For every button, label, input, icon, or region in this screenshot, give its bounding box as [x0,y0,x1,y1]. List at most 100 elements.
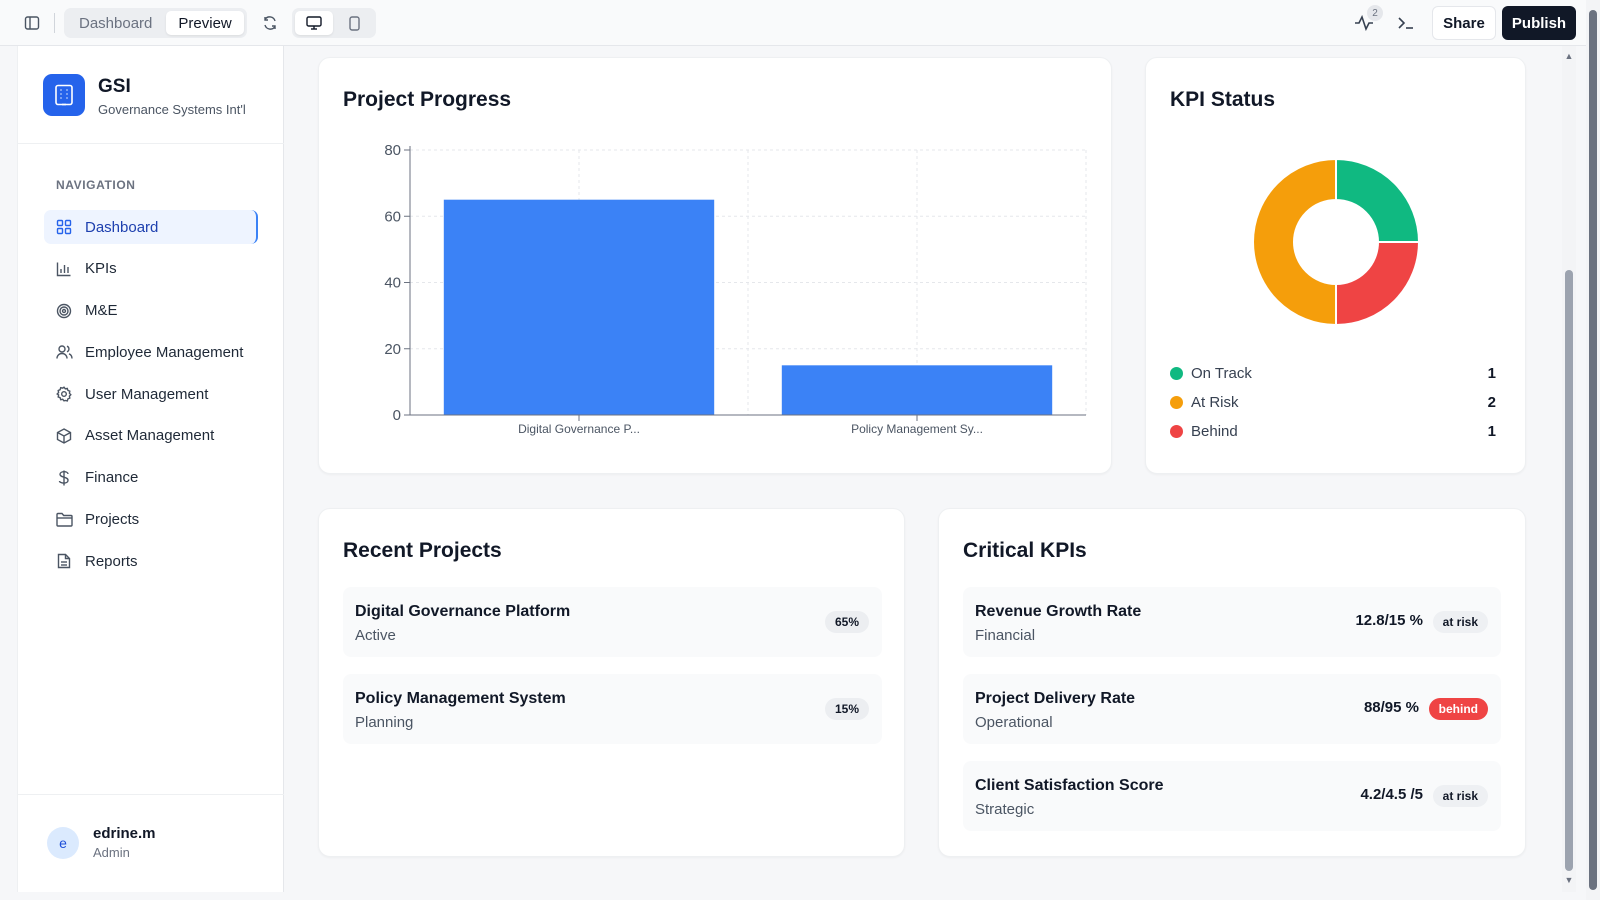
y-tick-label: 0 [393,407,401,424]
project-progress-chart: 0 20 40 60 80 Digital Governance P... Policy M… [384,142,1087,436]
at-risk-dot-icon [1170,395,1183,409]
card-title: Recent Projects [343,539,502,562]
sidebar-item-label: User Management [85,385,209,403]
y-tick-label: 60 [384,208,401,225]
status-badge: at risk [1432,785,1488,807]
terminal-icon[interactable] [1392,9,1420,37]
kpi-category: Operational [975,714,1053,731]
kpi-row[interactable]: Project Delivery Rate Operational 88/95 … [963,674,1501,744]
kpi-value: 88/95 % [1363,699,1419,716]
scroll-down-icon[interactable]: ▼ [1561,874,1577,886]
sidebar-item-label: Asset Management [85,427,215,445]
project-progress-card: Project Progress 0 20 40 60 80 Digital Govern… [318,57,1112,474]
user-profile[interactable]: e edrine.m Admin [18,794,284,892]
brand-subtitle: Governance Systems Int'l [98,102,246,117]
donut-slice [1252,157,1337,327]
brand-header: GSI Governance Systems Int'l [18,46,284,144]
top-toolbar: Dashboard Preview 2 Share Publish [0,0,1600,46]
legend-label: Behind [1191,422,1238,440]
project-name: Digital Governance Platform [355,603,571,620]
legend-count: 2 [1487,393,1496,411]
tab-dashboard[interactable]: Dashboard [67,11,164,35]
sidebar-item-projects[interactable]: Projects [44,503,258,537]
sidebar-item-reports[interactable]: Reports [44,544,258,578]
kpi-name: Revenue Growth Rate [975,603,1142,620]
kpi-name: Client Satisfaction Score [975,777,1164,794]
legend-label: On Track [1191,364,1252,382]
sidebar-toggle-icon[interactable] [18,9,46,37]
x-tick-label: Policy Management Sy... [851,422,983,436]
bar [781,365,1053,415]
sidebar-item-finance[interactable]: Finance [44,461,258,495]
mobile-icon[interactable] [335,11,373,35]
building-icon [43,74,85,116]
y-tick-label: 80 [384,142,401,159]
progress-badge: 65% [824,611,869,633]
kpi-value: 4.2/4.5 /5 [1360,786,1423,803]
y-tick-label: 20 [384,341,401,358]
sidebar-item-label: M&E [85,302,118,320]
target-icon [55,302,73,320]
card-title: Critical KPIs [963,539,1087,562]
kpi-value: 12.8/15 % [1355,612,1423,629]
sidebar-item-label: Dashboard [85,218,159,236]
on-track-dot-icon [1170,366,1183,380]
tab-preview[interactable]: Preview [166,11,244,35]
project-row[interactable]: Policy Management System Planning 15% [343,674,882,744]
window-scrollbar-thumb[interactable] [1589,10,1597,890]
sidebar-item-label: KPIs [85,260,117,278]
sidebar-item-kpis[interactable]: KPIs [44,252,258,286]
legend-item-on-track: On Track 1 [1170,362,1496,384]
x-tick-label: Digital Governance P... [518,422,640,436]
project-status: Planning [355,714,414,731]
sidebar-item-employee-management[interactable]: Employee Management [44,335,258,369]
recent-projects-card: Recent Projects Digital Governance Platf… [318,508,905,857]
desktop-icon[interactable] [295,11,333,35]
refresh-icon[interactable] [256,9,284,37]
grid-icon [55,218,73,236]
users-icon [55,343,73,361]
legend-count: 1 [1487,364,1496,382]
content-scrollbar-thumb[interactable] [1565,270,1573,871]
document-icon [55,552,73,570]
sidebar-item-label: Finance [85,469,139,487]
avatar: e [47,827,79,859]
device-toggle [292,8,376,38]
gear-icon [55,385,73,403]
scroll-up-icon[interactable]: ▲ [1561,50,1577,62]
sidebar-item-me[interactable]: M&E [44,294,258,328]
behind-dot-icon [1170,424,1183,438]
status-badge: at risk [1432,611,1488,633]
kpi-category: Strategic [975,801,1035,818]
status-badge: behind [1428,698,1488,720]
sidebar: GSI Governance Systems Int'l NAVIGATION … [17,46,284,892]
publish-button[interactable]: Publish [1502,6,1576,40]
toolbar-divider [54,13,55,33]
legend-item-behind: Behind 1 [1170,420,1496,442]
kpi-row[interactable]: Client Satisfaction Score Strategic 4.2/… [963,761,1501,831]
sidebar-item-user-management[interactable]: User Management [44,377,258,411]
nav-section-title: NAVIGATION [56,178,136,192]
kpi-name: Project Delivery Rate [975,690,1136,707]
sidebar-item-asset-management[interactable]: Asset Management [44,419,258,453]
bar [443,199,715,415]
sidebar-item-dashboard[interactable]: Dashboard [44,210,258,244]
project-status: Active [355,627,396,644]
activity-count-badge: 2 [1367,5,1383,21]
kpi-status-donut-chart [1252,157,1421,327]
brand-name: GSI [98,76,131,97]
dollar-icon [55,469,73,487]
kpi-row[interactable]: Revenue Growth Rate Financial 12.8/15 % … [963,587,1501,657]
sidebar-nav: Dashboard KPIs M&E Employee Management U… [44,210,258,586]
project-name: Policy Management System [355,690,566,707]
donut-slice [1335,157,1421,243]
donut-slice [1335,241,1421,327]
sidebar-item-label: Employee Management [85,343,244,361]
sidebar-item-label: Projects [85,511,140,529]
view-tabs: Dashboard Preview [64,8,247,38]
kpi-category: Financial [975,627,1036,644]
share-button[interactable]: Share [1432,6,1496,40]
project-row[interactable]: Digital Governance Platform Active 65% [343,587,882,657]
sidebar-item-label: Reports [85,552,138,570]
folder-icon [55,511,73,529]
